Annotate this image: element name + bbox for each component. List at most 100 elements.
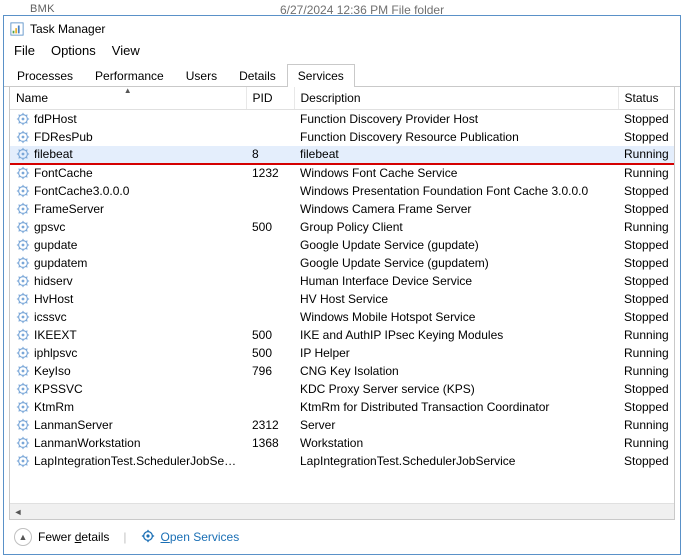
service-status-cell: Stopped	[618, 398, 674, 416]
tab-performance[interactable]: Performance	[84, 64, 175, 87]
service-description-cell: Function Discovery Provider Host	[294, 110, 618, 128]
service-description-cell: KDC Proxy Server service (KPS)	[294, 380, 618, 398]
service-pid-cell	[246, 380, 294, 398]
service-description-cell: CNG Key Isolation	[294, 362, 618, 380]
table-row[interactable]: LanmanWorkstation1368WorkstationRunning	[10, 434, 674, 452]
service-description-cell: Google Update Service (gupdate)	[294, 236, 618, 254]
column-header-name[interactable]: ▲ Name	[10, 87, 246, 110]
table-row[interactable]: gupdatemGoogle Update Service (gupdatem)…	[10, 254, 674, 272]
footer-divider: |	[123, 530, 126, 544]
service-pid-cell	[246, 452, 294, 470]
table-row[interactable]: FontCache3.0.0.0Windows Presentation Fou…	[10, 182, 674, 200]
table-row[interactable]: iphlpsvc500IP HelperRunning	[10, 344, 674, 362]
app-icon	[10, 22, 24, 36]
table-row[interactable]: FrameServerWindows Camera Frame ServerSt…	[10, 200, 674, 218]
tab-details[interactable]: Details	[228, 64, 287, 87]
service-gear-icon	[16, 166, 30, 180]
table-row[interactable]: HvHostHV Host ServiceStopped	[10, 290, 674, 308]
scroll-left-icon[interactable]: ◄	[10, 504, 26, 519]
window-title: Task Manager	[30, 22, 105, 36]
table-row[interactable]: KeyIso796CNG Key IsolationRunning	[10, 362, 674, 380]
service-name-cell: KPSSVC	[10, 380, 246, 398]
service-pid-cell: 2312	[246, 416, 294, 434]
service-description-cell: Human Interface Device Service	[294, 272, 618, 290]
column-header-pid[interactable]: PID	[246, 87, 294, 110]
service-name-cell: fdPHost	[10, 110, 246, 128]
table-row[interactable]: FDResPubFunction Discovery Resource Publ…	[10, 128, 674, 146]
service-gear-icon	[16, 292, 30, 306]
service-pid-cell	[246, 272, 294, 290]
service-gear-icon	[16, 400, 30, 414]
titlebar[interactable]: Task Manager	[4, 16, 680, 40]
service-name-cell: LanmanServer	[10, 416, 246, 434]
service-status-cell: Running	[618, 362, 674, 380]
service-status-cell: Running	[618, 164, 674, 182]
fewer-details-button[interactable]: ▲ Fewer details	[14, 528, 109, 546]
service-pid-cell: 500	[246, 344, 294, 362]
table-row[interactable]: LanmanServer2312ServerRunning	[10, 416, 674, 434]
service-gear-icon	[16, 130, 30, 144]
open-services-link[interactable]: Open Services	[141, 529, 240, 546]
table-row[interactable]: KPSSVC KDC Proxy Server service (KPS)Stop…	[10, 380, 674, 398]
tab-processes[interactable]: Processes	[6, 64, 84, 87]
menubar: File Options View	[4, 40, 680, 63]
service-description-cell: Group Policy Client	[294, 218, 618, 236]
menu-options[interactable]: Options	[51, 43, 96, 58]
services-panel: ▲ Name PID Description Status fdPHost Fun…	[9, 87, 675, 520]
background-folder-name: BMK	[30, 3, 55, 15]
service-gear-icon	[16, 202, 30, 216]
service-name-cell: KtmRm	[10, 398, 246, 416]
table-row[interactable]: IKEEXT500IKE and AuthIP IPsec Keying Mod…	[10, 326, 674, 344]
service-status-cell: Running	[618, 416, 674, 434]
service-status-cell: Stopped	[618, 200, 674, 218]
service-gear-icon	[16, 382, 30, 396]
service-description-cell: Google Update Service (gupdatem)	[294, 254, 618, 272]
menu-view[interactable]: View	[112, 43, 140, 58]
chevron-up-icon: ▲	[14, 528, 32, 546]
service-description-cell: Windows Mobile Hotspot Service	[294, 308, 618, 326]
table-row[interactable]: gupdateGoogle Update Service (gupdate)St…	[10, 236, 674, 254]
service-gear-icon	[16, 328, 30, 342]
service-pid-cell	[246, 398, 294, 416]
service-pid-cell	[246, 290, 294, 308]
service-status-cell: Stopped	[618, 380, 674, 398]
horizontal-scrollbar[interactable]: ◄	[10, 503, 674, 519]
service-pid-cell: 1232	[246, 164, 294, 182]
table-row[interactable]: KtmRmKtmRm for Distributed Transaction C…	[10, 398, 674, 416]
service-name-cell: gpsvc	[10, 218, 246, 236]
service-name-cell: hidserv	[10, 272, 246, 290]
service-status-cell: Stopped	[618, 272, 674, 290]
service-pid-cell	[246, 254, 294, 272]
service-pid-cell	[246, 182, 294, 200]
column-header-name-label: Name	[16, 91, 48, 105]
table-row[interactable]: hidserv Human Interface Device ServiceSto…	[10, 272, 674, 290]
service-pid-cell: 1368	[246, 434, 294, 452]
service-status-cell: Stopped	[618, 254, 674, 272]
table-row[interactable]: fdPHostFunction Discovery Provider HostS…	[10, 110, 674, 128]
column-header-description[interactable]: Description	[294, 87, 618, 110]
service-pid-cell: 796	[246, 362, 294, 380]
table-row[interactable]: FontCache1232Windows Font Cache ServiceR…	[10, 164, 674, 182]
service-gear-icon	[16, 454, 30, 468]
tab-services[interactable]: Services	[287, 64, 355, 87]
menu-file[interactable]: File	[14, 43, 35, 58]
table-row[interactable]: LapIntegrationTest.SchedulerJobServiceLa…	[10, 452, 674, 470]
service-status-cell: Running	[618, 344, 674, 362]
tab-users[interactable]: Users	[175, 64, 228, 87]
table-row[interactable]: filebeat8filebeatRunning	[10, 146, 674, 164]
service-name-cell: IKEEXT	[10, 326, 246, 344]
service-description-cell: LapIntegrationTest.SchedulerJobService	[294, 452, 618, 470]
table-row[interactable]: icssvcWindows Mobile Hotspot ServiceStop…	[10, 308, 674, 326]
table-row[interactable]: gpsvc500Group Policy ClientRunning	[10, 218, 674, 236]
service-pid-cell: 8	[246, 146, 294, 164]
service-name-cell: gupdate	[10, 236, 246, 254]
column-header-status[interactable]: Status	[618, 87, 674, 110]
service-pid-cell: 500	[246, 326, 294, 344]
service-gear-icon	[16, 256, 30, 270]
service-gear-icon	[16, 112, 30, 126]
service-status-cell: Stopped	[618, 290, 674, 308]
task-manager-window: Task Manager File Options View Processes…	[3, 15, 681, 555]
service-name-cell: icssvc	[10, 308, 246, 326]
services-grid[interactable]: ▲ Name PID Description Status fdPHost Fun…	[10, 87, 674, 503]
footer: ▲ Fewer details | Open Services	[4, 520, 680, 554]
